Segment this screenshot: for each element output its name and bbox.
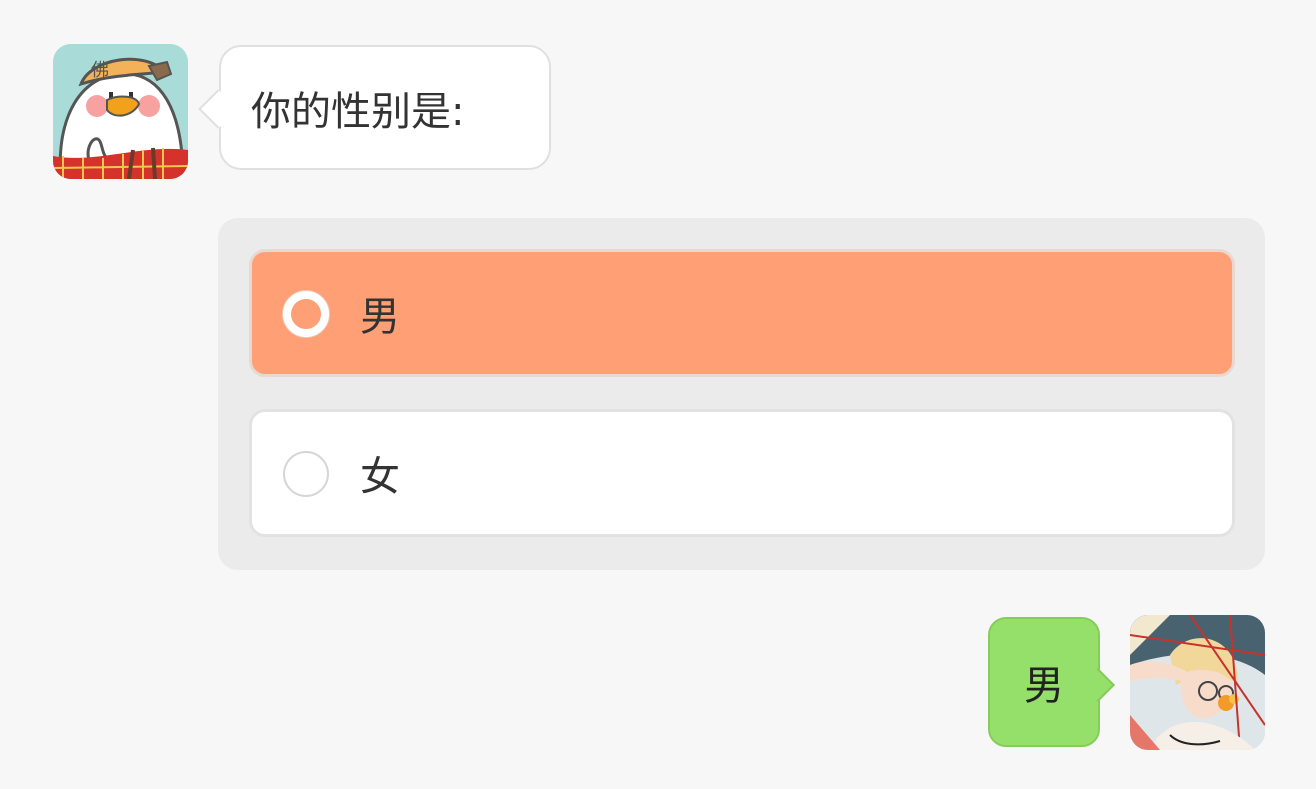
bubble-tail [1081,668,1115,702]
bot-avatar[interactable]: 佛 [53,44,188,179]
user-avatar[interactable] [1130,615,1265,750]
duck-illustration: 佛 [53,44,188,179]
option-female[interactable]: 女 [249,409,1235,537]
radio-unselected-icon[interactable] [283,451,329,497]
question-bubble: 你的性别是: [198,45,551,170]
reply-text: 男 [1024,663,1064,709]
reply-bubble: 男 [988,617,1115,747]
radio-selected-icon[interactable] [283,291,329,337]
cap-logo-text: 佛 [91,60,109,81]
bubble-tail [198,89,238,129]
character-illustration [1130,615,1265,750]
options-card: 男 女 [218,218,1265,570]
option-label: 女 [360,454,400,500]
chat-screen: 佛 你的性别是: 男 女 男 [0,0,1316,789]
option-male[interactable]: 男 [249,249,1235,377]
option-label: 男 [360,294,400,340]
question-text: 你的性别是: [251,88,465,135]
